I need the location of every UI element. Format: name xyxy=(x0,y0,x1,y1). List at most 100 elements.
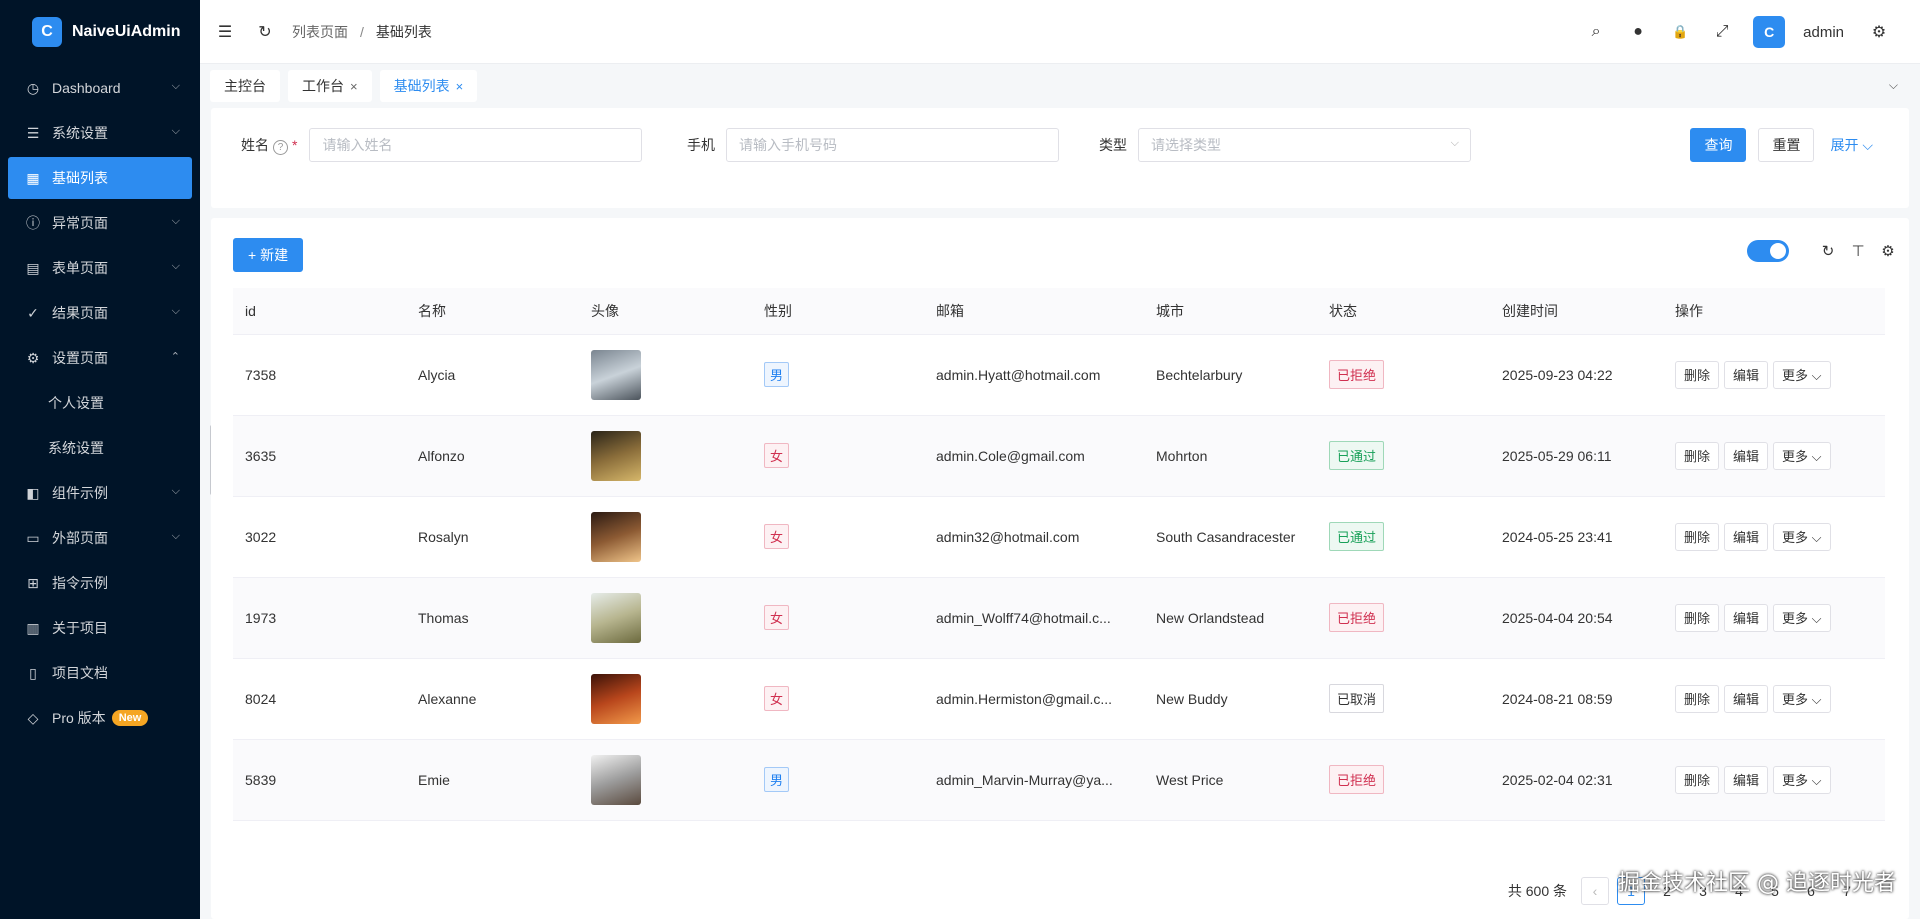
column-header[interactable]: 操作 xyxy=(1663,288,1885,335)
avatar-image[interactable] xyxy=(591,754,641,805)
reload-icon[interactable]: ↻ xyxy=(1817,240,1839,262)
sidebar-item-label: Dashboard xyxy=(52,80,121,96)
close-icon[interactable]: × xyxy=(456,79,464,94)
column-height-icon[interactable]: ⊤ xyxy=(1847,240,1869,262)
app-logo[interactable]: C NaiveUiAdmin xyxy=(0,0,200,64)
avatar-image[interactable] xyxy=(591,673,641,724)
app-name: NaiveUiAdmin xyxy=(72,23,181,40)
search-actions: 查询 重置 展开 ⌵ xyxy=(1690,128,1885,162)
avatar-image[interactable] xyxy=(591,430,641,481)
delete-button[interactable]: 删除 xyxy=(1675,522,1720,551)
search-icon[interactable]: ⌕ xyxy=(1583,19,1609,45)
phone-label: 手机 xyxy=(687,137,715,153)
query-button[interactable]: 查询 xyxy=(1690,128,1747,162)
sidebar-item-alert-circle[interactable]: ⓘ 异常页面 ⌵ xyxy=(8,202,192,244)
add-new-button[interactable]: + 新建 xyxy=(233,238,304,272)
edit-button[interactable]: 编辑 xyxy=(1724,522,1769,551)
name-input[interactable] xyxy=(309,128,643,162)
cell-id: 3635 xyxy=(233,415,406,497)
more-button[interactable]: 更多 ⌵ xyxy=(1773,522,1831,551)
reset-button[interactable]: 重置 xyxy=(1758,128,1815,162)
edit-button[interactable]: 编辑 xyxy=(1724,765,1769,794)
column-settings-icon[interactable]: ⚙ xyxy=(1877,240,1899,262)
delete-button[interactable]: 删除 xyxy=(1675,441,1720,470)
column-header[interactable]: 邮箱 xyxy=(924,288,1144,335)
delete-button[interactable]: 删除 xyxy=(1675,360,1720,389)
phone-field: 手机 xyxy=(687,128,1059,162)
column-header[interactable]: 头像 xyxy=(579,288,752,335)
gender-tag: 女 xyxy=(764,605,790,630)
tab-item[interactable]: 基础列表 × xyxy=(379,70,478,102)
github-icon[interactable]: ● xyxy=(1625,19,1651,45)
avatar-image[interactable] xyxy=(591,592,641,643)
delete-button[interactable]: 删除 xyxy=(1675,765,1720,794)
cell-gender: 女 xyxy=(752,658,924,740)
sidebar-item-sub-7[interactable]: 个人设置 xyxy=(8,382,192,424)
avatar-image[interactable] xyxy=(591,349,641,400)
sidebar-item-sub-8[interactable]: 系统设置 xyxy=(8,427,192,469)
alert-circle-icon: ⓘ xyxy=(26,215,40,231)
help-icon[interactable]: ? xyxy=(273,140,288,155)
sidebar-item-sliders[interactable]: ☰ 系统设置 ⌵ xyxy=(8,112,192,154)
tab-bar: 主控台 工作台 × 基础列表 × ⌵ xyxy=(200,64,1920,108)
sidebar-item-form[interactable]: ▤ 表单页面 ⌵ xyxy=(8,247,192,289)
tabs-more-icon[interactable]: ⌵ xyxy=(1889,78,1898,93)
edit-button[interactable]: 编辑 xyxy=(1724,441,1769,470)
new-badge: New xyxy=(111,710,149,726)
tab-item[interactable]: 工作台 × xyxy=(288,70,372,102)
fullscreen-icon[interactable]: ⤢ xyxy=(1709,19,1735,45)
striped-toggle[interactable] xyxy=(1747,240,1789,262)
collapse-menu-icon[interactable]: ☰ xyxy=(212,19,238,45)
column-header[interactable]: 城市 xyxy=(1144,288,1317,335)
sidebar-item-document[interactable]: ▯ 项目文档 xyxy=(8,652,192,694)
sidebar-item-directive[interactable]: ⊞ 指令示例 xyxy=(8,562,192,604)
column-header[interactable]: 状态 xyxy=(1317,288,1490,335)
more-button[interactable]: 更多 ⌵ xyxy=(1773,765,1831,794)
settings-icon[interactable]: ⚙ xyxy=(1866,19,1892,45)
sidebar-item-component[interactable]: ◧ 组件示例 ⌵ xyxy=(8,472,192,514)
user-avatar[interactable]: C xyxy=(1753,16,1786,48)
edit-button[interactable]: 编辑 xyxy=(1724,684,1769,713)
cell-name: Emie xyxy=(406,739,579,821)
type-select[interactable]: ⌵ xyxy=(1138,128,1471,162)
breadcrumb-current[interactable]: 基础列表 xyxy=(376,22,432,42)
delete-button[interactable]: 删除 xyxy=(1675,603,1720,632)
table-icon: ▦ xyxy=(26,169,40,186)
cell-status: 已拒绝 xyxy=(1317,577,1490,659)
delete-button[interactable]: 删除 xyxy=(1675,684,1720,713)
more-button[interactable]: 更多 ⌵ xyxy=(1773,603,1831,632)
breadcrumb: 列表页面 / 基础列表 xyxy=(292,22,432,42)
tab-item[interactable]: 主控台 xyxy=(210,70,280,102)
edit-button[interactable]: 编辑 xyxy=(1724,360,1769,389)
sidebar-item-diamond[interactable]: ◇ Pro 版本 New xyxy=(8,697,192,739)
phone-input[interactable] xyxy=(726,128,1059,162)
expand-button[interactable]: 展开 ⌵ xyxy=(1818,128,1885,162)
edit-button[interactable]: 编辑 xyxy=(1724,603,1769,632)
gender-tag: 女 xyxy=(764,524,790,549)
directive-icon: ⊞ xyxy=(27,574,39,591)
sidebar-item-table[interactable]: ▦ 基础列表 xyxy=(8,157,192,199)
sidebar-item-project[interactable]: ▥ 关于项目 xyxy=(8,607,192,649)
prev-page-button[interactable]: ‹ xyxy=(1581,877,1609,905)
sidebar-item-desktop[interactable]: ▭ 外部页面 ⌵ xyxy=(8,517,192,559)
avatar-image[interactable] xyxy=(591,511,641,562)
refresh-icon[interactable]: ↻ xyxy=(252,19,278,45)
type-select-input[interactable] xyxy=(1138,128,1471,162)
column-header[interactable]: id xyxy=(233,288,406,335)
more-button[interactable]: 更多 ⌵ xyxy=(1773,441,1831,470)
table-row: 8024 Alexanne 女 admin.Hermiston@gmail.c... N… xyxy=(233,658,1885,740)
sidebar-item-check-circle[interactable]: ✓ 结果页面 ⌵ xyxy=(8,292,192,334)
column-header[interactable]: 创建时间 xyxy=(1490,288,1663,335)
column-header[interactable]: 名称 xyxy=(406,288,579,335)
sidebar-item-dashboard[interactable]: ◷ Dashboard ⌵ xyxy=(8,67,192,109)
cell-id: 5839 xyxy=(233,739,406,821)
username[interactable]: admin xyxy=(1803,24,1844,41)
lock-icon[interactable]: 🔒 xyxy=(1667,19,1693,45)
close-icon[interactable]: × xyxy=(350,79,358,94)
column-header[interactable]: 性别 xyxy=(752,288,924,335)
more-button[interactable]: 更多 ⌵ xyxy=(1773,360,1831,389)
cell-gender: 男 xyxy=(752,334,924,416)
sidebar-item-gear[interactable]: ⚙ 设置页面 ⌃ xyxy=(8,337,192,379)
more-button[interactable]: 更多 ⌵ xyxy=(1773,684,1831,713)
breadcrumb-item[interactable]: 列表页面 xyxy=(292,22,348,42)
